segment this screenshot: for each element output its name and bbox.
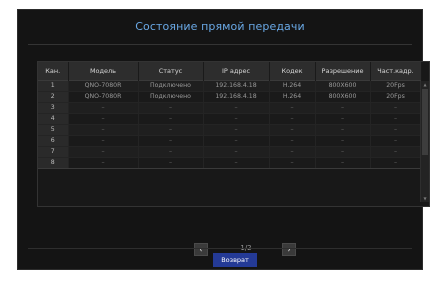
cell-resolution: – xyxy=(315,124,371,136)
table-row: 7 – – – – – – xyxy=(38,146,422,158)
scrollbar-thumb[interactable] xyxy=(422,89,428,155)
cell-model: – xyxy=(68,113,139,125)
cell-status: – xyxy=(138,157,204,169)
cell-channel: 6 xyxy=(38,135,69,147)
channel-status-table: Кан. Модель Статус IP адрес Кодек Разреш… xyxy=(37,61,430,207)
cell-status: – xyxy=(138,124,204,136)
cell-framerate: 20Fps xyxy=(370,79,422,92)
dialog-title: Состояние прямой передачи xyxy=(135,20,305,33)
cell-channel: 7 xyxy=(38,146,69,158)
header-codec: Кодек xyxy=(269,62,316,80)
cell-ip: – xyxy=(203,157,270,169)
cell-status: Подключено xyxy=(138,91,204,103)
next-page-button[interactable]: › xyxy=(282,243,296,256)
cell-model: – xyxy=(68,124,139,136)
cell-model: – xyxy=(68,146,139,158)
cell-ip: – xyxy=(203,113,270,125)
cell-framerate: 20Fps xyxy=(370,91,422,103)
cell-status: – xyxy=(138,146,204,158)
cell-resolution: – xyxy=(315,113,371,125)
cell-framerate: – xyxy=(370,113,422,125)
cell-channel: 5 xyxy=(38,124,69,136)
cell-ip: – xyxy=(203,146,270,158)
cell-model: – xyxy=(68,157,139,169)
cell-codec: – xyxy=(269,146,316,158)
back-button[interactable]: Возврат xyxy=(213,253,257,267)
table-scrollbar[interactable]: ▲ ▼ xyxy=(420,81,429,202)
prev-page-button[interactable]: ‹ xyxy=(194,243,208,256)
cell-codec: – xyxy=(269,113,316,125)
cell-codec: H.264 xyxy=(269,79,316,92)
cell-resolution: 800X600 xyxy=(315,79,371,92)
cell-channel: 4 xyxy=(38,113,69,125)
header-ip: IP адрес xyxy=(203,62,270,80)
cell-codec: – xyxy=(269,102,316,114)
bottom-divider xyxy=(28,248,412,249)
table-row: 5 – – – – – – xyxy=(38,124,422,136)
cell-framerate: – xyxy=(370,146,422,158)
scroll-down-icon[interactable]: ▼ xyxy=(421,195,429,202)
cell-status: – xyxy=(138,102,204,114)
cell-ip: – xyxy=(203,102,270,114)
table-header-row: Кан. Модель Статус IP адрес Кодек Разреш… xyxy=(38,62,422,80)
cell-codec: H.264 xyxy=(269,91,316,103)
cell-ip: – xyxy=(203,135,270,147)
table-row: 1 QNO-7080R Подключено 192.168.4.18 H.26… xyxy=(38,79,422,92)
cell-codec: – xyxy=(269,135,316,147)
cell-channel: 8 xyxy=(38,157,69,169)
cell-status: Подключено xyxy=(138,79,204,92)
table-row: 4 – – – – – – xyxy=(38,113,422,125)
cell-model: – xyxy=(68,135,139,147)
header-status: Статус xyxy=(138,62,204,80)
cell-framerate: – xyxy=(370,124,422,136)
cell-ip: 192.168.4.18 xyxy=(203,91,270,103)
cell-status: – xyxy=(138,135,204,147)
table-row: 3 – – – – – – xyxy=(38,102,422,114)
cell-resolution: – xyxy=(315,135,371,147)
cell-channel: 3 xyxy=(38,102,69,114)
cell-resolution: – xyxy=(315,157,371,169)
title-divider xyxy=(28,44,412,45)
cell-model: QNO-7080R xyxy=(68,91,139,103)
table-row: 6 – – – – – – xyxy=(38,135,422,147)
cell-framerate: – xyxy=(370,157,422,169)
cell-framerate: – xyxy=(370,135,422,147)
live-status-dialog: Состояние прямой передачи Кан. Модель Ст… xyxy=(17,9,430,270)
cell-ip: – xyxy=(203,124,270,136)
header-framerate: Част.кадр. xyxy=(370,62,422,80)
cell-codec: – xyxy=(269,157,316,169)
header-resolution: Разрешение xyxy=(315,62,371,80)
table-row: 8 – – – – – – xyxy=(38,157,422,169)
cell-channel: 2 xyxy=(38,91,69,103)
cell-ip: 192.168.4.18 xyxy=(203,79,270,92)
cell-model: QNO-7080R xyxy=(68,79,139,92)
cell-channel: 1 xyxy=(38,79,69,92)
cell-model: – xyxy=(68,102,139,114)
table-row: 2 QNO-7080R Подключено 192.168.4.18 H.26… xyxy=(38,91,422,103)
cell-framerate: – xyxy=(370,102,422,114)
status-table: Кан. Модель Статус IP адрес Кодек Разреш… xyxy=(38,62,422,169)
header-model: Модель xyxy=(68,62,139,80)
scroll-up-icon[interactable]: ▲ xyxy=(421,81,429,88)
cell-resolution: 800X600 xyxy=(315,91,371,103)
cell-resolution: – xyxy=(315,146,371,158)
cell-codec: – xyxy=(269,124,316,136)
chevron-left-icon: ‹ xyxy=(199,245,203,254)
cell-resolution: – xyxy=(315,102,371,114)
header-channel: Кан. xyxy=(38,62,69,80)
cell-status: – xyxy=(138,113,204,125)
chevron-right-icon: › xyxy=(287,245,291,254)
